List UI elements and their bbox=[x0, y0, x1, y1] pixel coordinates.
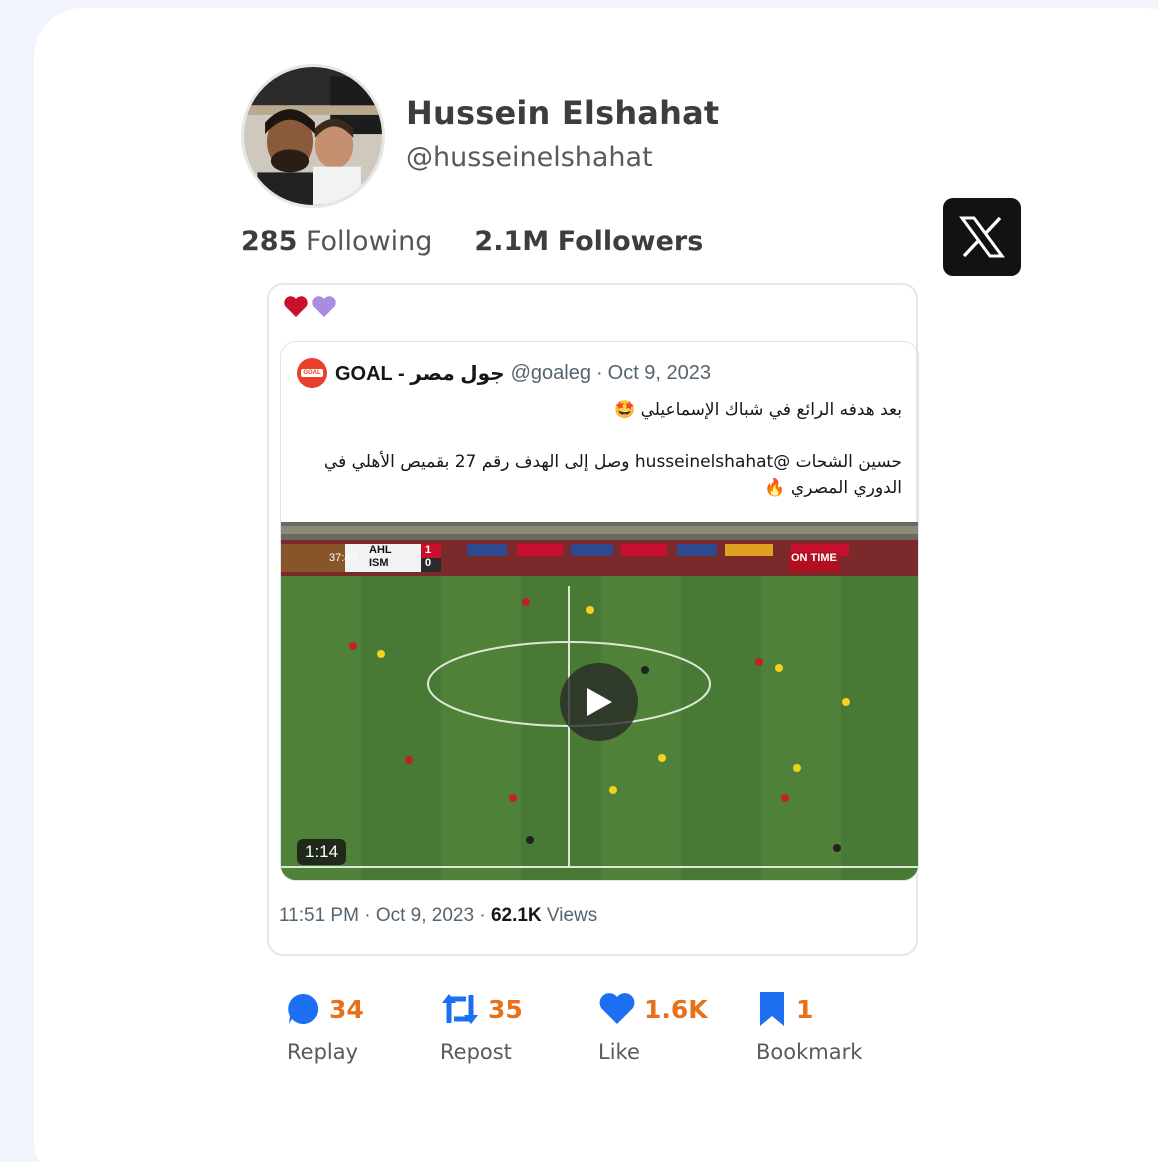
video-duration: 1:14 bbox=[297, 839, 347, 865]
followers-label: Followers bbox=[557, 226, 704, 257]
tweet-date[interactable]: Oct 9, 2023 bbox=[376, 905, 474, 926]
quoted-tweet-header: GOAL GOAL - جول مصر @goaleg · Oct 9, 202… bbox=[297, 358, 711, 388]
following-count: 285 bbox=[241, 226, 298, 257]
quoted-tweet-text: بعد هدفه الرائع في شباك الإسماعيلي 🤩 حسي… bbox=[302, 397, 902, 527]
quoted-date[interactable]: Oct 9, 2023 bbox=[608, 362, 711, 385]
repost-action[interactable]: 35 Repost bbox=[440, 988, 523, 1064]
bookmark-count: 1 bbox=[796, 994, 814, 1024]
reply-action[interactable]: 34 Replay bbox=[287, 988, 364, 1064]
quoted-text-line1: بعد هدفه الرائع في شباك الإسماعيلي 🤩 bbox=[614, 400, 902, 420]
quoted-tweet[interactable]: GOAL GOAL - جول مصر @goaleg · Oct 9, 202… bbox=[280, 341, 919, 881]
views-label: Views bbox=[546, 905, 598, 926]
heart-icon bbox=[599, 993, 635, 1024]
goal-logo-text: GOAL bbox=[301, 369, 323, 377]
quoted-author-name[interactable]: GOAL - جول مصر bbox=[335, 361, 505, 386]
tweet-footer: 11:51 PM · Oct 9, 2023 · 62.1K Views bbox=[279, 905, 597, 927]
video-player[interactable]: 37:49 AHL 1 ISM 0 ON TIME 1:14 bbox=[281, 522, 918, 880]
profile-handle[interactable]: @husseinelshahat bbox=[406, 142, 653, 173]
avatar-photo bbox=[244, 67, 382, 205]
following-label: Following bbox=[305, 226, 433, 257]
followers-stat[interactable]: 2.1M Followers bbox=[474, 226, 703, 257]
like-count: 1.6K bbox=[644, 994, 708, 1024]
broadcaster-logo: ON TIME bbox=[791, 552, 837, 564]
goal-logo-icon: GOAL bbox=[297, 358, 327, 388]
tweet-hearts bbox=[283, 295, 337, 319]
following-stat[interactable]: 285 Following bbox=[241, 226, 432, 257]
quoted-author-handle[interactable]: @goaleg bbox=[511, 362, 591, 385]
match-clock: 37:49 bbox=[329, 552, 357, 564]
like-action[interactable]: 1.6K Like bbox=[598, 988, 708, 1064]
reply-count: 34 bbox=[329, 994, 364, 1024]
team1-score: 1 bbox=[425, 544, 432, 556]
followers-count: 2.1M bbox=[474, 226, 550, 257]
team1-name: AHL bbox=[369, 544, 392, 556]
avatar[interactable] bbox=[241, 64, 385, 208]
footer-separator: · bbox=[364, 905, 371, 926]
play-button[interactable] bbox=[560, 663, 638, 741]
repost-icon bbox=[442, 994, 478, 1024]
footer-separator: · bbox=[479, 905, 486, 926]
profile-stats: 285 Following 2.1M Followers bbox=[241, 226, 703, 257]
bookmark-action[interactable]: 1 Bookmark bbox=[756, 988, 862, 1064]
bookmark-icon bbox=[760, 992, 784, 1026]
like-label: Like bbox=[598, 1040, 640, 1064]
bookmark-label: Bookmark bbox=[756, 1040, 863, 1064]
tweet-time[interactable]: 11:51 PM bbox=[279, 905, 359, 926]
team2-name: ISM bbox=[369, 557, 389, 569]
team2-score: 0 bbox=[425, 557, 432, 569]
x-logo-icon[interactable] bbox=[943, 198, 1021, 276]
quoted-text-line2: حسين الشحات @husseinelshahat وصل إلى اله… bbox=[323, 452, 902, 498]
meta-separator: · bbox=[595, 361, 603, 384]
reply-bubble-icon bbox=[288, 993, 319, 1024]
tweet-embed[interactable]: GOAL GOAL - جول مصر @goaleg · Oct 9, 202… bbox=[267, 283, 919, 956]
red-heart-icon bbox=[284, 296, 308, 317]
profile-name: Hussein Elshahat bbox=[406, 94, 720, 132]
views-count: 62.1K bbox=[490, 905, 542, 926]
repost-label: Repost bbox=[440, 1040, 512, 1064]
repost-count: 35 bbox=[488, 994, 523, 1024]
play-icon bbox=[587, 688, 612, 716]
reply-label: Replay bbox=[287, 1040, 359, 1064]
purple-heart-icon bbox=[312, 296, 336, 317]
